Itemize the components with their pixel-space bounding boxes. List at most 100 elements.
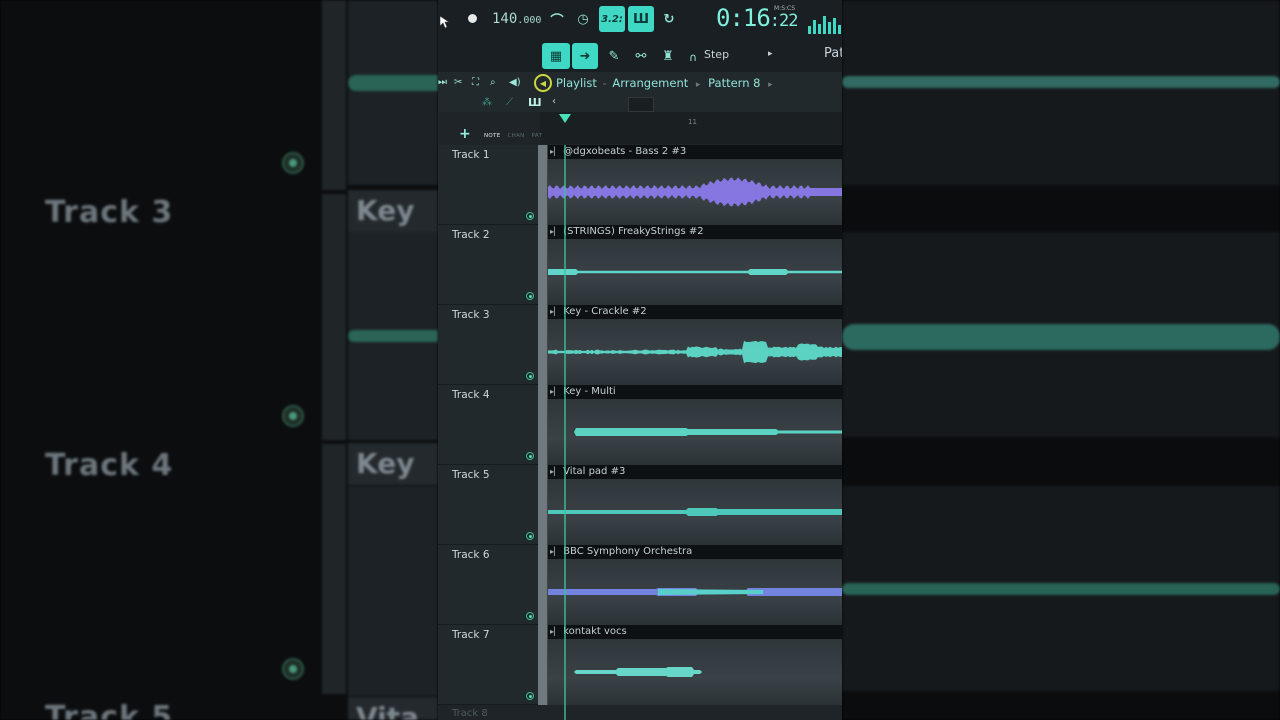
add-track-icon[interactable]: + (459, 126, 471, 142)
track-resize-grip[interactable] (538, 145, 548, 225)
audio-clip[interactable]: ▸▏ Vital pad #3 (548, 465, 842, 545)
audio-clip[interactable]: ▸▏ @dgxobeats - Bass 2 #3 (548, 145, 842, 225)
breadcrumb-section[interactable]: Arrangement (612, 76, 688, 90)
playlist-icon[interactable]: ◀ (534, 74, 552, 92)
clip-header[interactable]: ▸▏ BBC Symphony Orchestra (548, 545, 842, 559)
track-name: Track 1 (452, 149, 490, 161)
track-enable-led[interactable] (526, 612, 534, 620)
piano-roll-icon[interactable]: ▦ (542, 43, 570, 69)
track-header[interactable]: Track 7 (438, 625, 538, 705)
overview-window[interactable] (628, 97, 654, 112)
fullscreen-icon[interactable]: ⛶ (472, 77, 479, 88)
track-resize-grip[interactable] (538, 465, 548, 545)
metronome-icon[interactable]: ⌒ (544, 6, 570, 32)
wait-record-icon[interactable]: ◷ (570, 6, 596, 32)
snap-selector[interactable]: Step (704, 48, 729, 61)
automation-icon[interactable]: ⟋ (506, 97, 513, 108)
clip-waveform-area (548, 159, 842, 225)
clip-menu-icon[interactable]: ▸▏ (550, 227, 560, 236)
pattern-counter-button[interactable]: 3.2: (599, 6, 625, 32)
track-header[interactable]: Track 6 (438, 545, 538, 625)
clip-waveform-area (548, 239, 842, 305)
stamp-icon[interactable]: ♜ (655, 43, 681, 69)
audio-clip[interactable]: ▸▏ Key - Crackle #2 (548, 305, 842, 385)
pencil-icon[interactable]: ✎ (601, 43, 627, 69)
clip-header[interactable]: ▸▏ @dgxobeats - Bass 2 #3 (548, 145, 842, 159)
bg-lane (348, 486, 438, 696)
track-enable-led[interactable] (526, 292, 534, 300)
bg-track-label: Track 4 (45, 448, 173, 483)
timeline-ruler[interactable] (540, 112, 842, 144)
audio-clip[interactable]: ▸▏ kontakt vocs (548, 625, 842, 705)
track-header[interactable]: Track 3 (438, 305, 538, 385)
step-edit-icon[interactable]: Ш (628, 6, 654, 32)
track-header[interactable]: Track 5 (438, 465, 538, 545)
song-time-sub: :22 (770, 11, 798, 31)
waveform-shape (548, 428, 842, 436)
tab-pat[interactable]: PAT (532, 133, 543, 139)
audio-clip[interactable]: ▸▏ BBC Symphony Orchestra (548, 545, 842, 625)
arrow-icon[interactable]: ➜ (572, 43, 598, 69)
audio-clip[interactable]: ▸▏ (STRINGS) FreakyStrings #2 (548, 225, 842, 305)
playhead-marker[interactable] (559, 114, 571, 123)
clip-menu-icon[interactable]: ▸▏ (550, 467, 560, 476)
track-resize-grip[interactable] (538, 225, 548, 305)
tempo-decimal: .000 (517, 15, 541, 26)
breadcrumb-pattern[interactable]: Pattern 8 (708, 76, 760, 90)
waveform (548, 399, 842, 465)
tempo-display[interactable]: 140.000 (492, 11, 541, 27)
bg-waveform (842, 583, 1280, 595)
chevron-right-icon: ▸ (696, 80, 701, 90)
clip-menu-icon[interactable]: ▸▏ (550, 387, 560, 396)
track-resize-grip[interactable] (538, 625, 548, 705)
bg-separator (322, 194, 346, 440)
speaker-icon[interactable]: ◀) (509, 77, 521, 88)
fl-studio-playlist-window: 140.000 ⌒ ◷ 3.2: Ш ↻ 0:16:22 M:S:CS ▦ ➜ … (438, 0, 842, 720)
clip-header[interactable]: ▸▏ kontakt vocs (548, 625, 842, 639)
track-enable-led[interactable] (526, 692, 534, 700)
track-enable-led[interactable] (526, 452, 534, 460)
bg-track-label: Track 5 (45, 700, 173, 720)
tab-note[interactable]: NOTE (484, 133, 500, 139)
loop-record-icon[interactable]: ↻ (656, 6, 682, 32)
track-resize-grip[interactable] (538, 545, 548, 625)
track-resize-grip[interactable] (538, 385, 548, 465)
tab-chan[interactable]: CHAN (508, 133, 525, 139)
scroll-left-icon[interactable]: ‹ (552, 96, 556, 107)
track-enable-led[interactable] (526, 372, 534, 380)
cut-icon[interactable]: ✂ (454, 77, 462, 88)
magnet-icon[interactable]: ∩ (686, 50, 700, 64)
clip-menu-icon[interactable]: ▸▏ (550, 547, 560, 556)
track-enable-led[interactable] (526, 212, 534, 220)
track-header[interactable]: Track 4 (438, 385, 538, 465)
clip-header[interactable]: ▸▏ Vital pad #3 (548, 465, 842, 479)
playlist-subbar: ⁂ ⟋ Ш ‹ (438, 96, 842, 112)
track-enable-led[interactable] (526, 532, 534, 540)
track-name: Track 2 (452, 229, 490, 241)
skip-forward-icon[interactable]: ⏭ (438, 77, 447, 88)
track-header[interactable]: Track 2 (438, 225, 538, 305)
link-icon[interactable]: ⚯ (628, 43, 654, 69)
clip-menu-icon[interactable]: ▸▏ (550, 147, 560, 156)
zoom-icon[interactable]: ⌕ (490, 77, 496, 88)
pattern-name-partial[interactable]: Pat (824, 46, 842, 61)
bg-separator (322, 0, 346, 190)
clip-menu-icon[interactable]: ▸▏ (550, 307, 560, 316)
track-resize-grip[interactable] (538, 305, 548, 385)
piano-icon[interactable]: Ш (528, 96, 542, 109)
waveform-icon[interactable]: ⁂ (482, 97, 492, 108)
bg-clip-label: Key (348, 190, 438, 232)
audio-clip[interactable]: ▸▏ Key - Multi (548, 385, 842, 465)
track-header[interactable]: Track 1 (438, 145, 538, 225)
clip-menu-icon[interactable]: ▸▏ (550, 627, 560, 636)
bg-lane (348, 0, 438, 185)
pattern-next-arrow-icon[interactable]: ▸ (768, 49, 773, 59)
bg-separator (322, 444, 346, 694)
clip-header[interactable]: ▸▏ Key - Multi (548, 385, 842, 399)
clip-header[interactable]: ▸▏ (STRINGS) FreakyStrings #2 (548, 225, 842, 239)
track-name: Track 6 (452, 549, 490, 561)
breadcrumb-window[interactable]: Playlist (556, 76, 597, 90)
record-button[interactable] (468, 14, 477, 23)
clip-header[interactable]: ▸▏ Key - Crackle #2 (548, 305, 842, 319)
ruler-bar-number: 11 (688, 118, 697, 126)
